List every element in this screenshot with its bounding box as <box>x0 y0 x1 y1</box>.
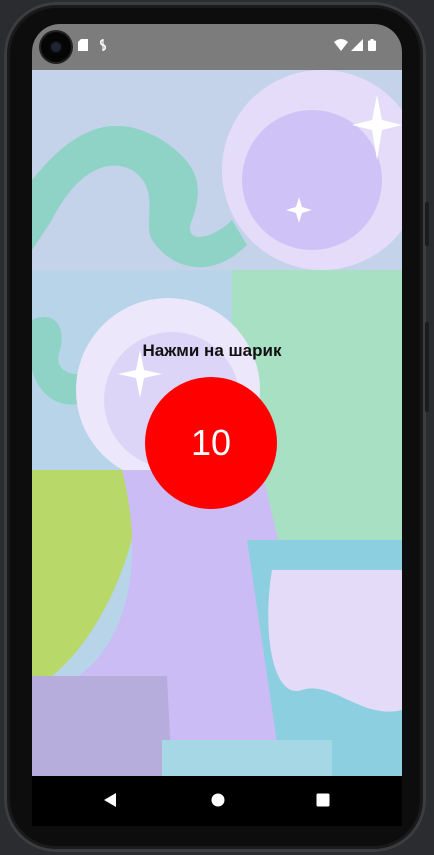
signal-icon <box>351 39 363 51</box>
recents-icon[interactable] <box>315 792 331 808</box>
sd-card-icon <box>78 39 88 51</box>
balloon-button[interactable]: 10 <box>145 377 277 509</box>
wifi-icon <box>334 39 348 51</box>
volume-button <box>425 322 429 412</box>
screen: Нажми на шарик 10 <box>32 24 402 776</box>
instruction-text: Нажми на шарик <box>142 341 282 360</box>
battery-icon <box>368 39 376 51</box>
navigation-bar <box>32 776 402 826</box>
power-button <box>425 202 429 246</box>
game-area: Нажми на шарик 10 <box>32 70 402 776</box>
status-bar <box>32 24 402 70</box>
front-camera <box>41 32 71 62</box>
tap-counter: 10 <box>190 422 232 463</box>
sync-icon <box>99 39 107 51</box>
home-icon[interactable] <box>210 792 226 808</box>
back-icon[interactable] <box>102 792 118 808</box>
